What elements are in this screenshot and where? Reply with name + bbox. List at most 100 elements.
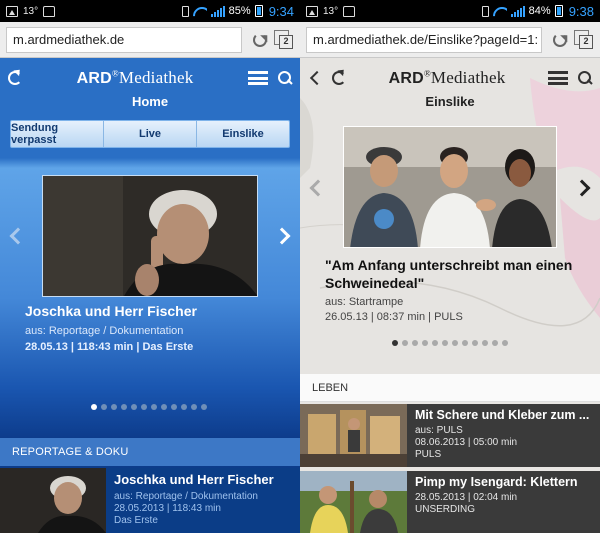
portrait-image: [43, 176, 257, 296]
carousel-dot[interactable]: [121, 404, 127, 410]
back-icon[interactable]: [309, 70, 325, 86]
signal-icon: [210, 5, 225, 17]
carousel-dot[interactable]: [171, 404, 177, 410]
list-item-channel: UNSERDING: [415, 504, 476, 515]
search-icon[interactable]: [578, 71, 592, 85]
ard-home-page: ARD®Mediathek Home Sendung verpasst Live…: [0, 58, 300, 533]
list-item-details: 28.05.2013 | 118:43 min: [114, 503, 221, 514]
carousel-dots: [392, 340, 508, 346]
image-notification-icon: [306, 5, 318, 17]
featured-info[interactable]: "Am Anfang unterschreibt man einen Schwe…: [325, 256, 585, 326]
carousel-dot[interactable]: [161, 404, 167, 410]
battery-percent: 85%: [228, 5, 251, 17]
signal-icon: [510, 5, 525, 17]
url-text: m.ardmediathek.de/Einslike?pageId=1:: [313, 32, 539, 47]
vibrate-icon: [481, 5, 489, 17]
carousel-dot[interactable]: [151, 404, 157, 410]
browser-url-bar: m.ardmediathek.de/Einslike?pageId=1: 2: [300, 22, 600, 58]
list-item-title: Pimp my Isengard: Klettern: [415, 475, 578, 489]
tab-sendung-verpasst[interactable]: Sendung verpasst: [11, 121, 104, 147]
menu-icon[interactable]: [248, 71, 268, 85]
url-field[interactable]: m.ardmediathek.de: [6, 26, 242, 53]
browser-tabs-icon[interactable]: 2: [274, 29, 294, 50]
browser-reload-icon[interactable]: [552, 32, 568, 48]
featured-details: 26.05.13 | 08:37 min | PULS: [325, 311, 463, 323]
carousel-dot[interactable]: [201, 404, 207, 410]
group-photo-image: [344, 127, 556, 247]
carousel-dot[interactable]: [482, 340, 488, 346]
status-bar: 13° 84% 9:38: [300, 0, 600, 22]
url-field[interactable]: m.ardmediathek.de/Einslike?pageId=1:: [306, 26, 542, 53]
featured-info[interactable]: Joschka und Herr Fischer aus: Reportage …: [25, 303, 285, 353]
featured-thumbnail[interactable]: [343, 126, 557, 248]
carousel-dot[interactable]: [91, 404, 97, 410]
list-item-thumbnail: [300, 471, 407, 533]
url-text: m.ardmediathek.de: [13, 32, 125, 47]
carousel-dot[interactable]: [452, 340, 458, 346]
carousel-prev-icon[interactable]: [9, 227, 27, 245]
page-title: Einslike: [425, 94, 475, 109]
featured-source: aus: Reportage / Dokumentation: [25, 325, 184, 337]
refresh-icon[interactable]: [8, 71, 22, 85]
tabs-count: 2: [579, 34, 593, 49]
list-item-source: aus: Reportage / Dokumentation: [114, 491, 258, 502]
ard-mediathek-logo[interactable]: ARD®Mediathek: [77, 68, 194, 88]
carousel-dot[interactable]: [191, 404, 197, 410]
carousel-dot[interactable]: [472, 340, 478, 346]
page-title: Home: [131, 94, 169, 109]
section-header[interactable]: LEBEN: [300, 374, 600, 402]
ard-header: ARD®Mediathek: [0, 58, 300, 98]
list-item-channel: PULS: [415, 449, 442, 460]
tabs-count: 2: [279, 34, 293, 49]
list-item-channel: Das Erste: [114, 515, 158, 526]
list-item-thumbnail: [300, 404, 407, 467]
featured-title: Joschka und Herr Fischer: [25, 303, 197, 319]
menu-icon[interactable]: [548, 71, 568, 85]
featured-thumbnail[interactable]: [42, 175, 258, 297]
list-item[interactable]: Joschka und Herr Fischer aus: Reportage …: [0, 468, 300, 533]
browser-url-bar: m.ardmediathek.de 2: [0, 22, 300, 58]
list-item[interactable]: Pimp my Isengard: Klettern 28.05.2013 | …: [300, 471, 600, 533]
carousel-dot[interactable]: [442, 340, 448, 346]
list-item[interactable]: Mit Schere und Kleber zum ... aus: PULS …: [300, 404, 600, 467]
carousel-dot[interactable]: [141, 404, 147, 410]
list-item-details: 28.05.2013 | 02:04 min: [415, 492, 518, 503]
carousel-dot[interactable]: [402, 340, 408, 346]
carousel-dot[interactable]: [432, 340, 438, 346]
temperature: 13°: [23, 5, 39, 17]
status-bar: 13° 85% 9:34: [0, 0, 300, 22]
carousel-dot[interactable]: [131, 404, 137, 410]
phone-screen-left: 13° 85% 9:34 m.ardmediathek.de 2 ARD®Med…: [0, 0, 300, 533]
browser-reload-icon[interactable]: [252, 32, 268, 48]
carousel-dot[interactable]: [462, 340, 468, 346]
einslike-page: ARD®Mediathek Einslike "Am Anfang unters…: [300, 58, 600, 533]
store-notification-icon: [343, 5, 356, 17]
featured-source: aus: Startrampe: [325, 296, 404, 308]
list-item-title: Joschka und Herr Fischer: [114, 472, 274, 487]
clock: 9:38: [568, 3, 594, 19]
nav-tabs: Sendung verpasst Live Einslike: [10, 120, 290, 148]
carousel-dot[interactable]: [412, 340, 418, 346]
search-icon[interactable]: [278, 71, 292, 85]
phone-screen-right: 13° 84% 9:38 m.ardmediathek.de/Einslike?…: [300, 0, 600, 533]
browser-tabs-icon[interactable]: 2: [574, 29, 594, 50]
refresh-icon[interactable]: [332, 71, 346, 85]
store-notification-icon: [43, 5, 56, 17]
list-item-thumbnail: [0, 468, 106, 533]
ard-mediathek-logo[interactable]: ARD®Mediathek: [389, 68, 506, 88]
tab-live[interactable]: Live: [104, 121, 197, 147]
list-item-source: aus: PULS: [415, 425, 463, 436]
ard-header: ARD®Mediathek: [300, 58, 600, 98]
carousel-dot[interactable]: [392, 340, 398, 346]
section-header[interactable]: REPORTAGE & DOKU: [0, 438, 300, 466]
carousel-dot[interactable]: [502, 340, 508, 346]
carousel-dot[interactable]: [422, 340, 428, 346]
carousel-dot[interactable]: [181, 404, 187, 410]
tab-einslike[interactable]: Einslike: [197, 121, 289, 147]
carousel-dot[interactable]: [101, 404, 107, 410]
carousel-next-icon[interactable]: [273, 227, 291, 245]
wifi-icon: [193, 6, 207, 17]
carousel-dot[interactable]: [492, 340, 498, 346]
list-item-details: 08.06.2013 | 05:00 min: [415, 437, 518, 448]
carousel-dot[interactable]: [111, 404, 117, 410]
